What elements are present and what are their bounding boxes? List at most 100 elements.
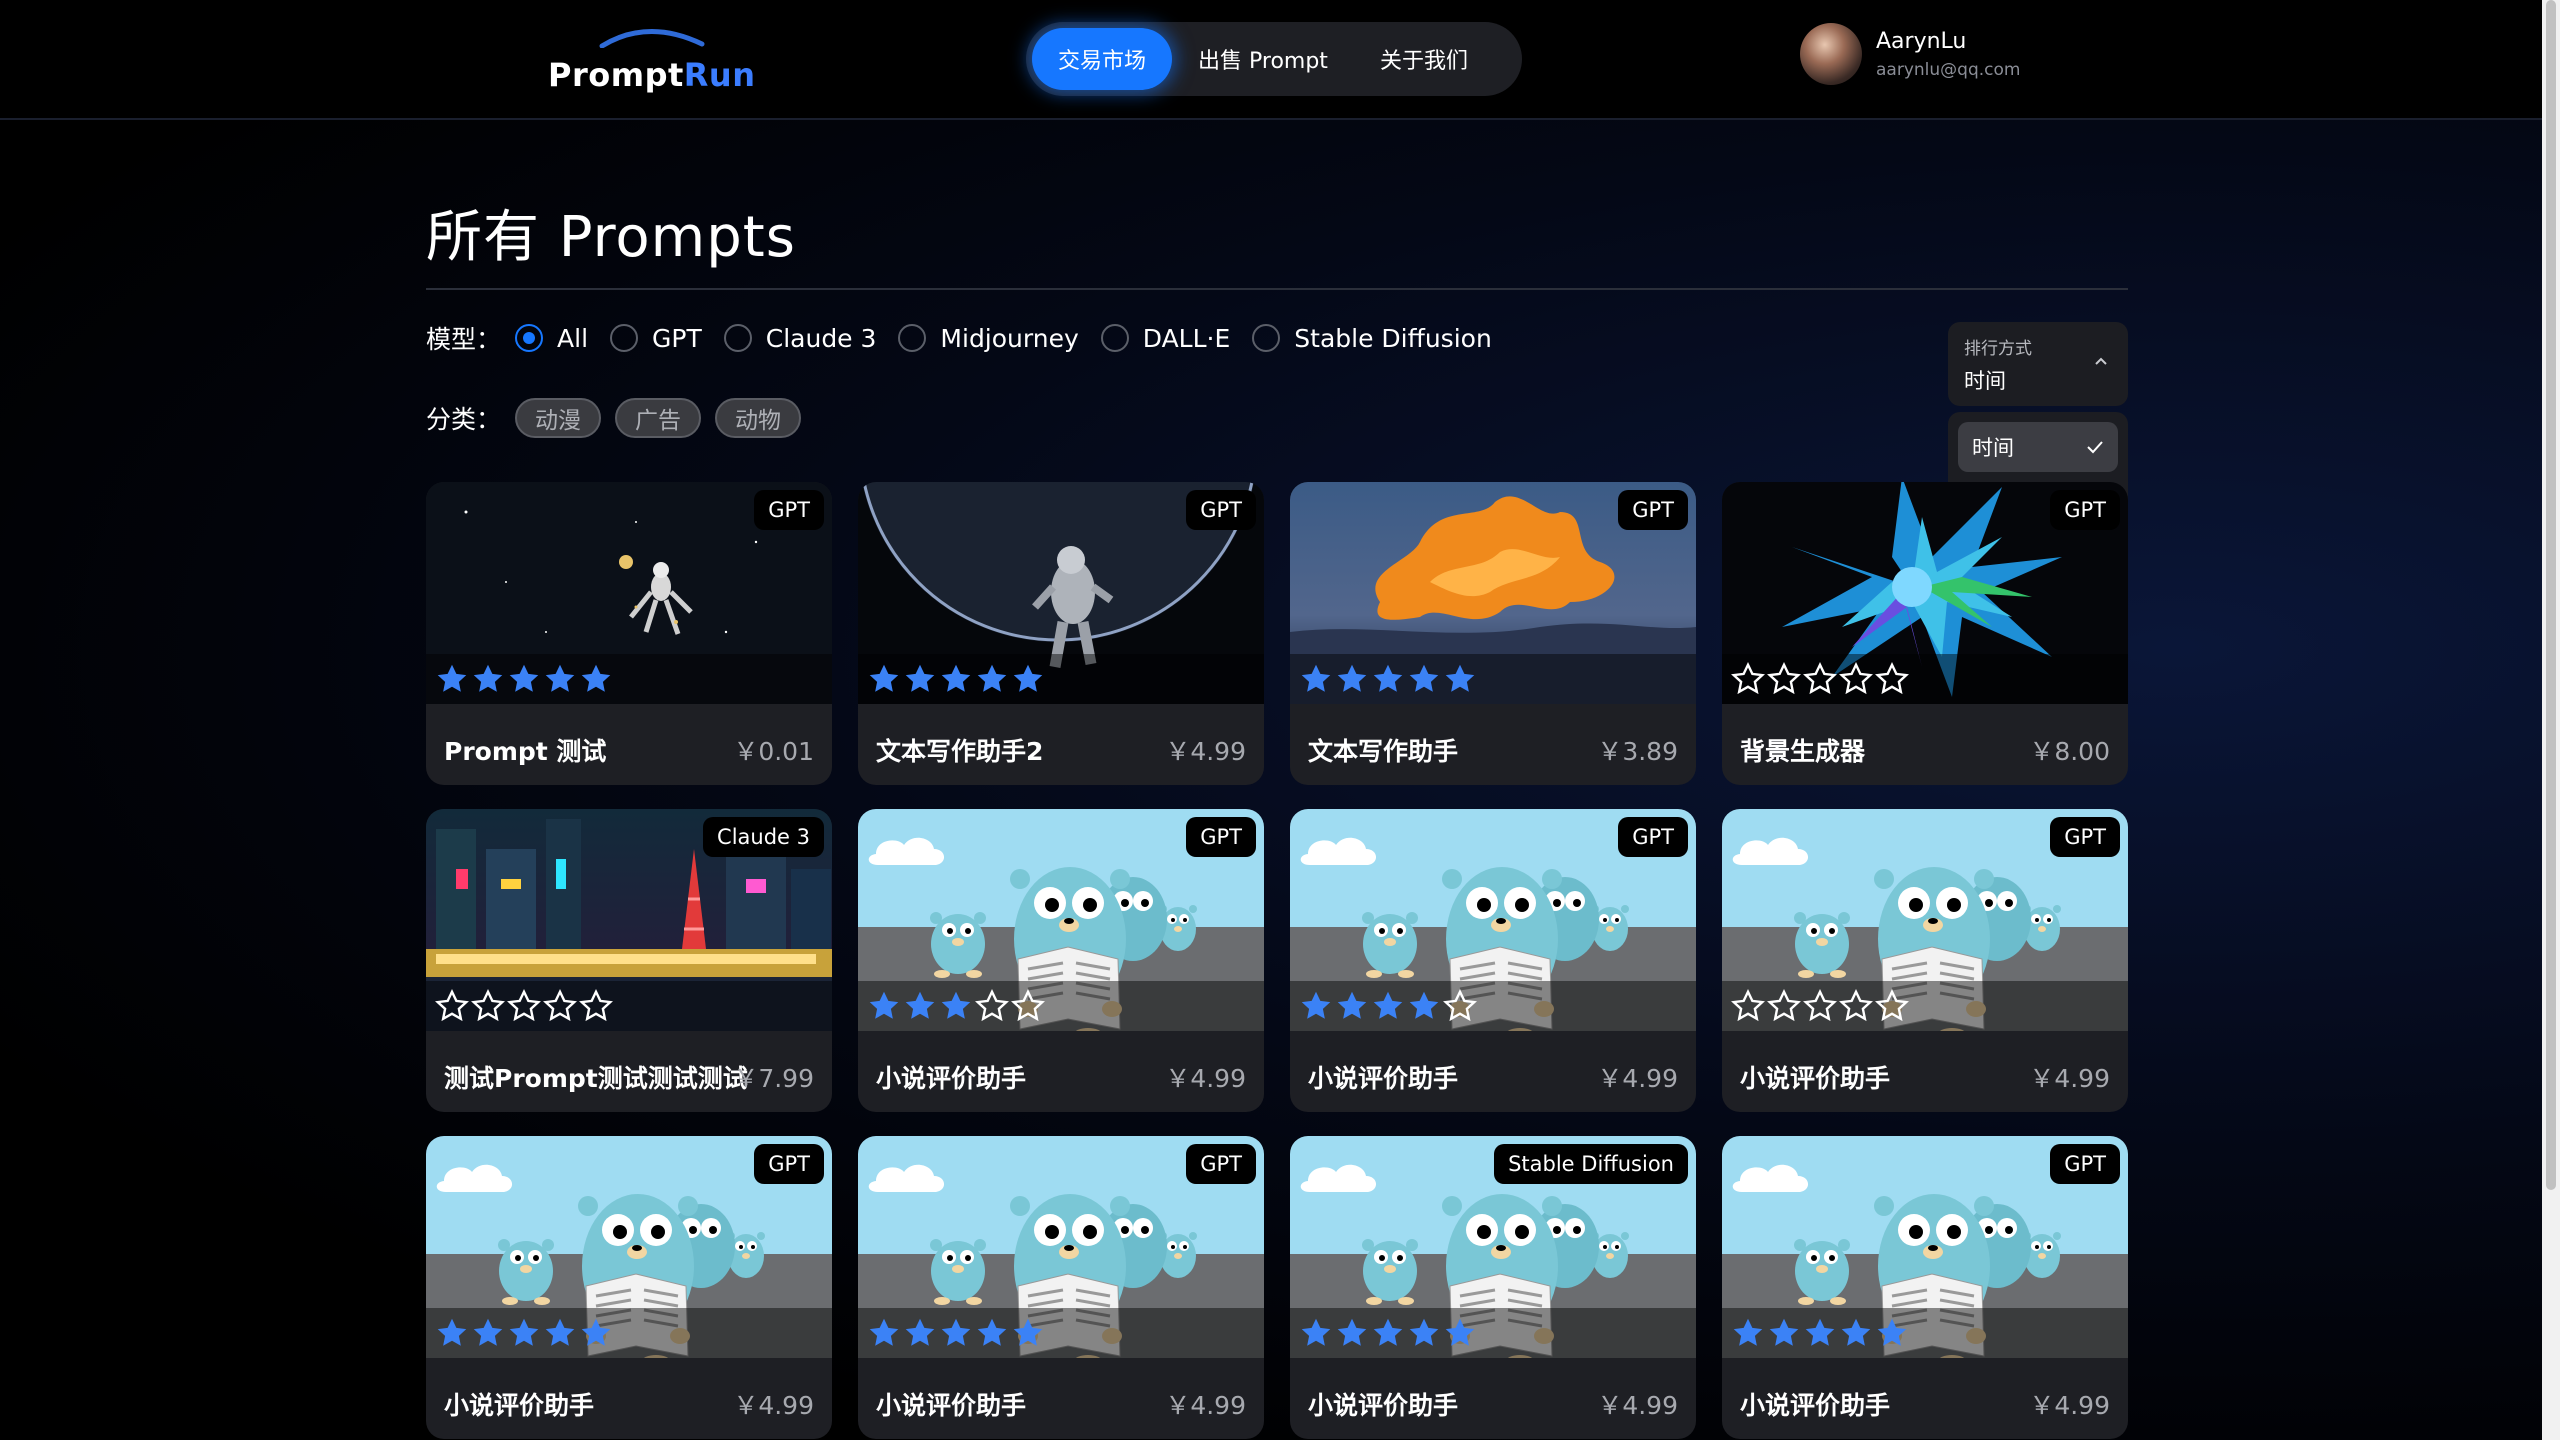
card-price: ￥4.99 [1165,1064,1246,1093]
star-empty-icon [1803,988,1837,1022]
model-option-claude[interactable]: Claude 3 [723,324,876,353]
card-price: ￥7.99 [733,1064,814,1093]
category-filter: 分类： 动漫 广告 动物 [426,398,815,438]
card-price: ￥4.99 [733,1391,814,1420]
model-option-dalle[interactable]: DALL·E [1100,324,1230,353]
prompt-card[interactable]: Stable Diffusion 小说评价助手 ￥4.99 [1290,1136,1696,1439]
star-filled-icon [1337,664,1367,692]
rating-stars [1722,654,2128,704]
radio-checked-icon[interactable] [515,324,544,352]
nav-market[interactable]: 交易市场 [1032,28,1173,90]
star-empty-icon [1767,661,1801,695]
model-option-label: Midjourney [940,323,1079,353]
page-scrollbar[interactable] [2542,0,2560,1440]
star-empty-icon [1839,661,1873,695]
sort-select[interactable]: 排行方式 时间 [1948,322,2128,406]
prompt-card[interactable]: GPT 小说评价助手 ￥4.99 [1722,809,2128,1112]
brand-logo[interactable]: PromptRun [540,24,755,104]
star-filled-icon [437,1318,467,1346]
model-badge: GPT [754,1144,824,1184]
brand-name: PromptRun [548,56,755,94]
star-filled-icon [581,664,611,692]
star-filled-icon [905,664,935,692]
prompt-card[interactable]: GPT 小说评价助手 ￥4.99 [426,1136,832,1439]
model-option-all[interactable]: All [515,324,588,353]
star-filled-icon [905,1318,935,1346]
page-title: 所有 Prompts [426,205,796,270]
star-filled-icon [1445,1318,1475,1346]
card-title: 小说评价助手 [1308,1391,1459,1420]
star-filled-icon [509,1318,539,1346]
model-filter-label: 模型： [426,325,502,354]
model-option-label: GPT [652,323,702,353]
prompt-card[interactable]: GPT 文本写作助手 ￥3.89 [1290,482,1696,785]
avatar[interactable] [1800,23,1862,85]
star-empty-icon [1767,988,1801,1022]
star-filled-icon [1337,1318,1367,1346]
star-filled-icon [869,991,899,1019]
rating-stars [1290,981,1696,1031]
star-filled-icon [977,664,1007,692]
star-filled-icon [1409,664,1439,692]
prompt-card[interactable]: GPT 小说评价助手 ￥4.99 [1290,809,1696,1112]
star-empty-icon [507,988,541,1022]
card-title: 测试Prompt测试测试测试 [444,1064,748,1093]
card-price: ￥4.99 [2029,1064,2110,1093]
rating-stars [426,1308,832,1358]
prompt-card[interactable]: GPT Prompt 测试 ￥0.01 [426,482,832,785]
category-tag-animal[interactable]: 动物 [715,398,802,438]
brand-part2: Run [683,56,756,94]
prompt-card[interactable]: GPT 小说评价助手 ￥4.99 [858,1136,1264,1439]
model-option-gpt[interactable]: GPT [610,324,702,353]
model-option-midjourney[interactable]: Midjourney [898,323,1079,353]
radio-icon[interactable] [610,324,639,352]
prompt-card[interactable]: Claude 3 测试Prompt测试测试测试 ￥7.99 [426,809,832,1112]
logo-arc-icon [599,29,705,48]
divider [426,288,2128,290]
model-option-label: All [557,323,589,353]
model-option-stable-diffusion[interactable]: Stable Diffusion [1252,324,1492,353]
star-empty-icon [1803,661,1837,695]
star-filled-icon [581,1318,611,1346]
model-badge: GPT [754,490,824,530]
prompt-grid: GPT Prompt 测试 ￥0.01 GPT 文本写作助手2 ￥4.99 GP… [426,482,2128,1439]
star-filled-icon [473,664,503,692]
radio-icon[interactable] [723,324,752,352]
star-empty-icon [1731,988,1765,1022]
sort-option-label: 时间 [1972,436,2014,460]
star-filled-icon [1733,1318,1763,1346]
card-title: 背景生成器 [1740,737,1866,766]
prompt-card[interactable]: GPT 小说评价助手 ￥4.99 [1722,1136,2128,1439]
nav-about[interactable]: 关于我们 [1354,28,1494,90]
star-filled-icon [869,664,899,692]
radio-icon[interactable] [898,324,927,352]
nav-sell-prompt[interactable]: 出售 Prompt [1172,28,1354,90]
radio-icon[interactable] [1100,324,1129,352]
star-filled-icon [473,1318,503,1346]
user-profile[interactable]: AarynLu aarynlu@qq.com [1800,22,2020,86]
star-filled-icon [1373,991,1403,1019]
star-empty-icon [1011,988,1045,1022]
star-filled-icon [437,664,467,692]
sort-value: 时间 [1964,369,2006,393]
rating-stars [1290,654,1696,704]
sort-option-time[interactable]: 时间 [1958,422,2118,472]
scrollbar-thumb[interactable] [2546,0,2556,1190]
star-filled-icon [941,1318,971,1346]
star-filled-icon [1805,1318,1835,1346]
prompt-card[interactable]: GPT 背景生成器 ￥8.00 [1722,482,2128,785]
user-name: AarynLu [1876,28,1967,54]
prompt-card[interactable]: GPT 小说评价助手 ￥4.99 [858,809,1264,1112]
rating-stars [858,654,1264,704]
top-header: PromptRun 交易市场 出售 Prompt 关于我们 AarynLu aa… [0,0,2542,120]
chevron-up-icon [2095,357,2107,365]
prompt-card[interactable]: GPT 文本写作助手2 ￥4.99 [858,482,1264,785]
rating-stars [858,981,1264,1031]
radio-icon[interactable] [1252,324,1281,352]
star-filled-icon [1841,1318,1871,1346]
category-tag-ad[interactable]: 广告 [615,398,702,438]
model-badge: Stable Diffusion [1494,1144,1688,1184]
model-badge: GPT [2050,490,2120,530]
model-badge: GPT [1186,817,1256,857]
category-tag-anime[interactable]: 动漫 [515,398,602,438]
